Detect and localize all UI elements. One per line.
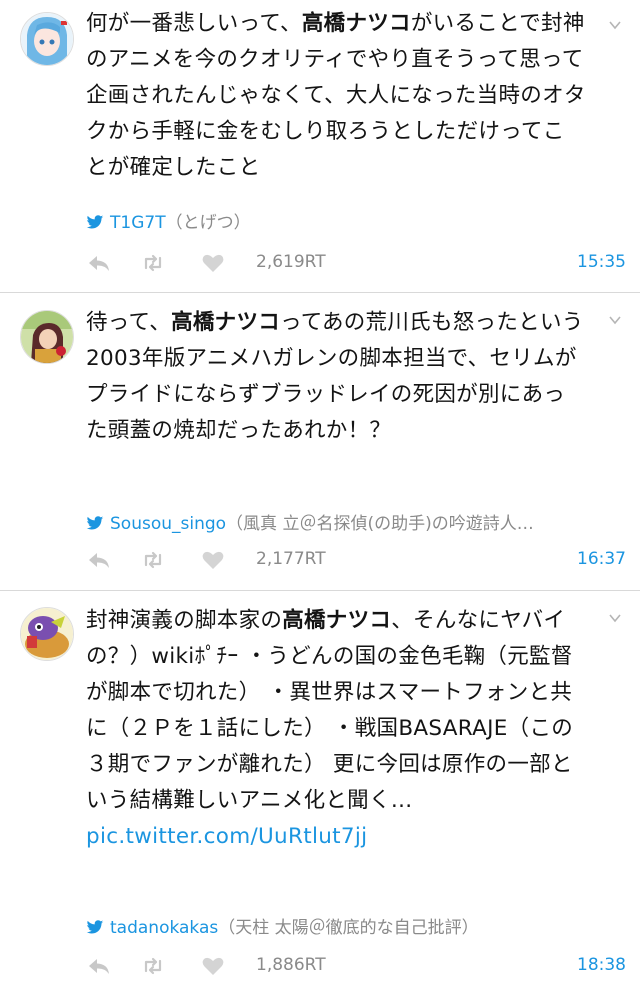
heart-icon[interactable] [200,953,226,979]
retweet-icon[interactable] [140,953,166,979]
chevron-down-icon[interactable] [608,313,622,327]
chevron-down-icon[interactable] [608,611,622,625]
display-name: （風真 立＠名探偵(の助手)の吟遊詩人… [226,514,534,534]
display-name: （天柱 太陽＠徹底的な自己批評） [218,918,479,938]
screen-name[interactable]: T1G7T [110,213,166,233]
reply-icon[interactable] [86,953,112,979]
avatar[interactable] [20,310,74,364]
chevron-down-icon[interactable] [608,18,622,32]
screen-name[interactable]: Sousou_singo [110,514,226,534]
avatar[interactable] [20,607,74,661]
pic-link[interactable]: pic.twitter.com/UuRtlut7jj [86,824,367,849]
timestamp[interactable]: 16:37 [577,549,626,569]
tweet-actions: 2,619RT 15:35 [86,250,626,280]
tweet-text: 封神演義の脚本家の高橋ナツコ、そんなにヤバイの？）wikiﾎﾟﾁｰ ・うどんの国… [86,608,574,849]
tweet-text: 何が一番悲しいって、高橋ナツコがいることで封神のアニメを今のクオリティでやり直そ… [86,11,586,180]
heart-icon[interactable] [200,250,226,276]
avatar-image [21,13,73,65]
tweet-2: 待って、高橋ナツコってあの荒川氏も怒ったという2003年版アニメハガレンの脚本担… [0,293,640,590]
avatar-image [21,608,73,660]
tweet-author[interactable]: Sousou_singo（風真 立＠名探偵(の助手)の吟遊詩人… [86,509,616,534]
retweet-icon[interactable] [140,250,166,276]
tweet-text: 待って、高橋ナツコってあの荒川氏も怒ったという2003年版アニメハガレンの脚本担… [86,310,584,443]
twitter-bird-icon [86,215,104,229]
tweet-3: 封神演義の脚本家の高橋ナツコ、そんなにヤバイの？）wikiﾎﾟﾁｰ ・うどんの国… [0,591,640,984]
reply-icon[interactable] [86,250,112,276]
screen-name[interactable]: tadanokakas [110,918,218,938]
retweet-count: 2,177RT [256,549,326,569]
tweet-1: 何が一番悲しいって、高橋ナツコがいることで封神のアニメを今のクオリティでやり直そ… [0,0,640,292]
tweet-author[interactable]: T1G7T（とげつ） [86,208,251,233]
retweet-count: 2,619RT [256,252,326,272]
retweet-count: 1,886RT [256,955,326,975]
timestamp[interactable]: 18:38 [577,955,626,975]
twitter-bird-icon [86,920,104,934]
tweet-author[interactable]: tadanokakas（天柱 太陽＠徹底的な自己批評） [86,913,479,938]
heart-icon[interactable] [200,547,226,573]
twitter-bird-icon [86,516,104,530]
timestamp[interactable]: 15:35 [577,252,626,272]
retweet-icon[interactable] [140,547,166,573]
display-name: （とげつ） [165,213,251,233]
tweet-actions: 2,177RT 16:37 [86,547,626,577]
tweet-actions: 1,886RT 18:38 [86,953,626,983]
reply-icon[interactable] [86,547,112,573]
avatar-image [21,311,73,363]
avatar[interactable] [20,12,74,66]
